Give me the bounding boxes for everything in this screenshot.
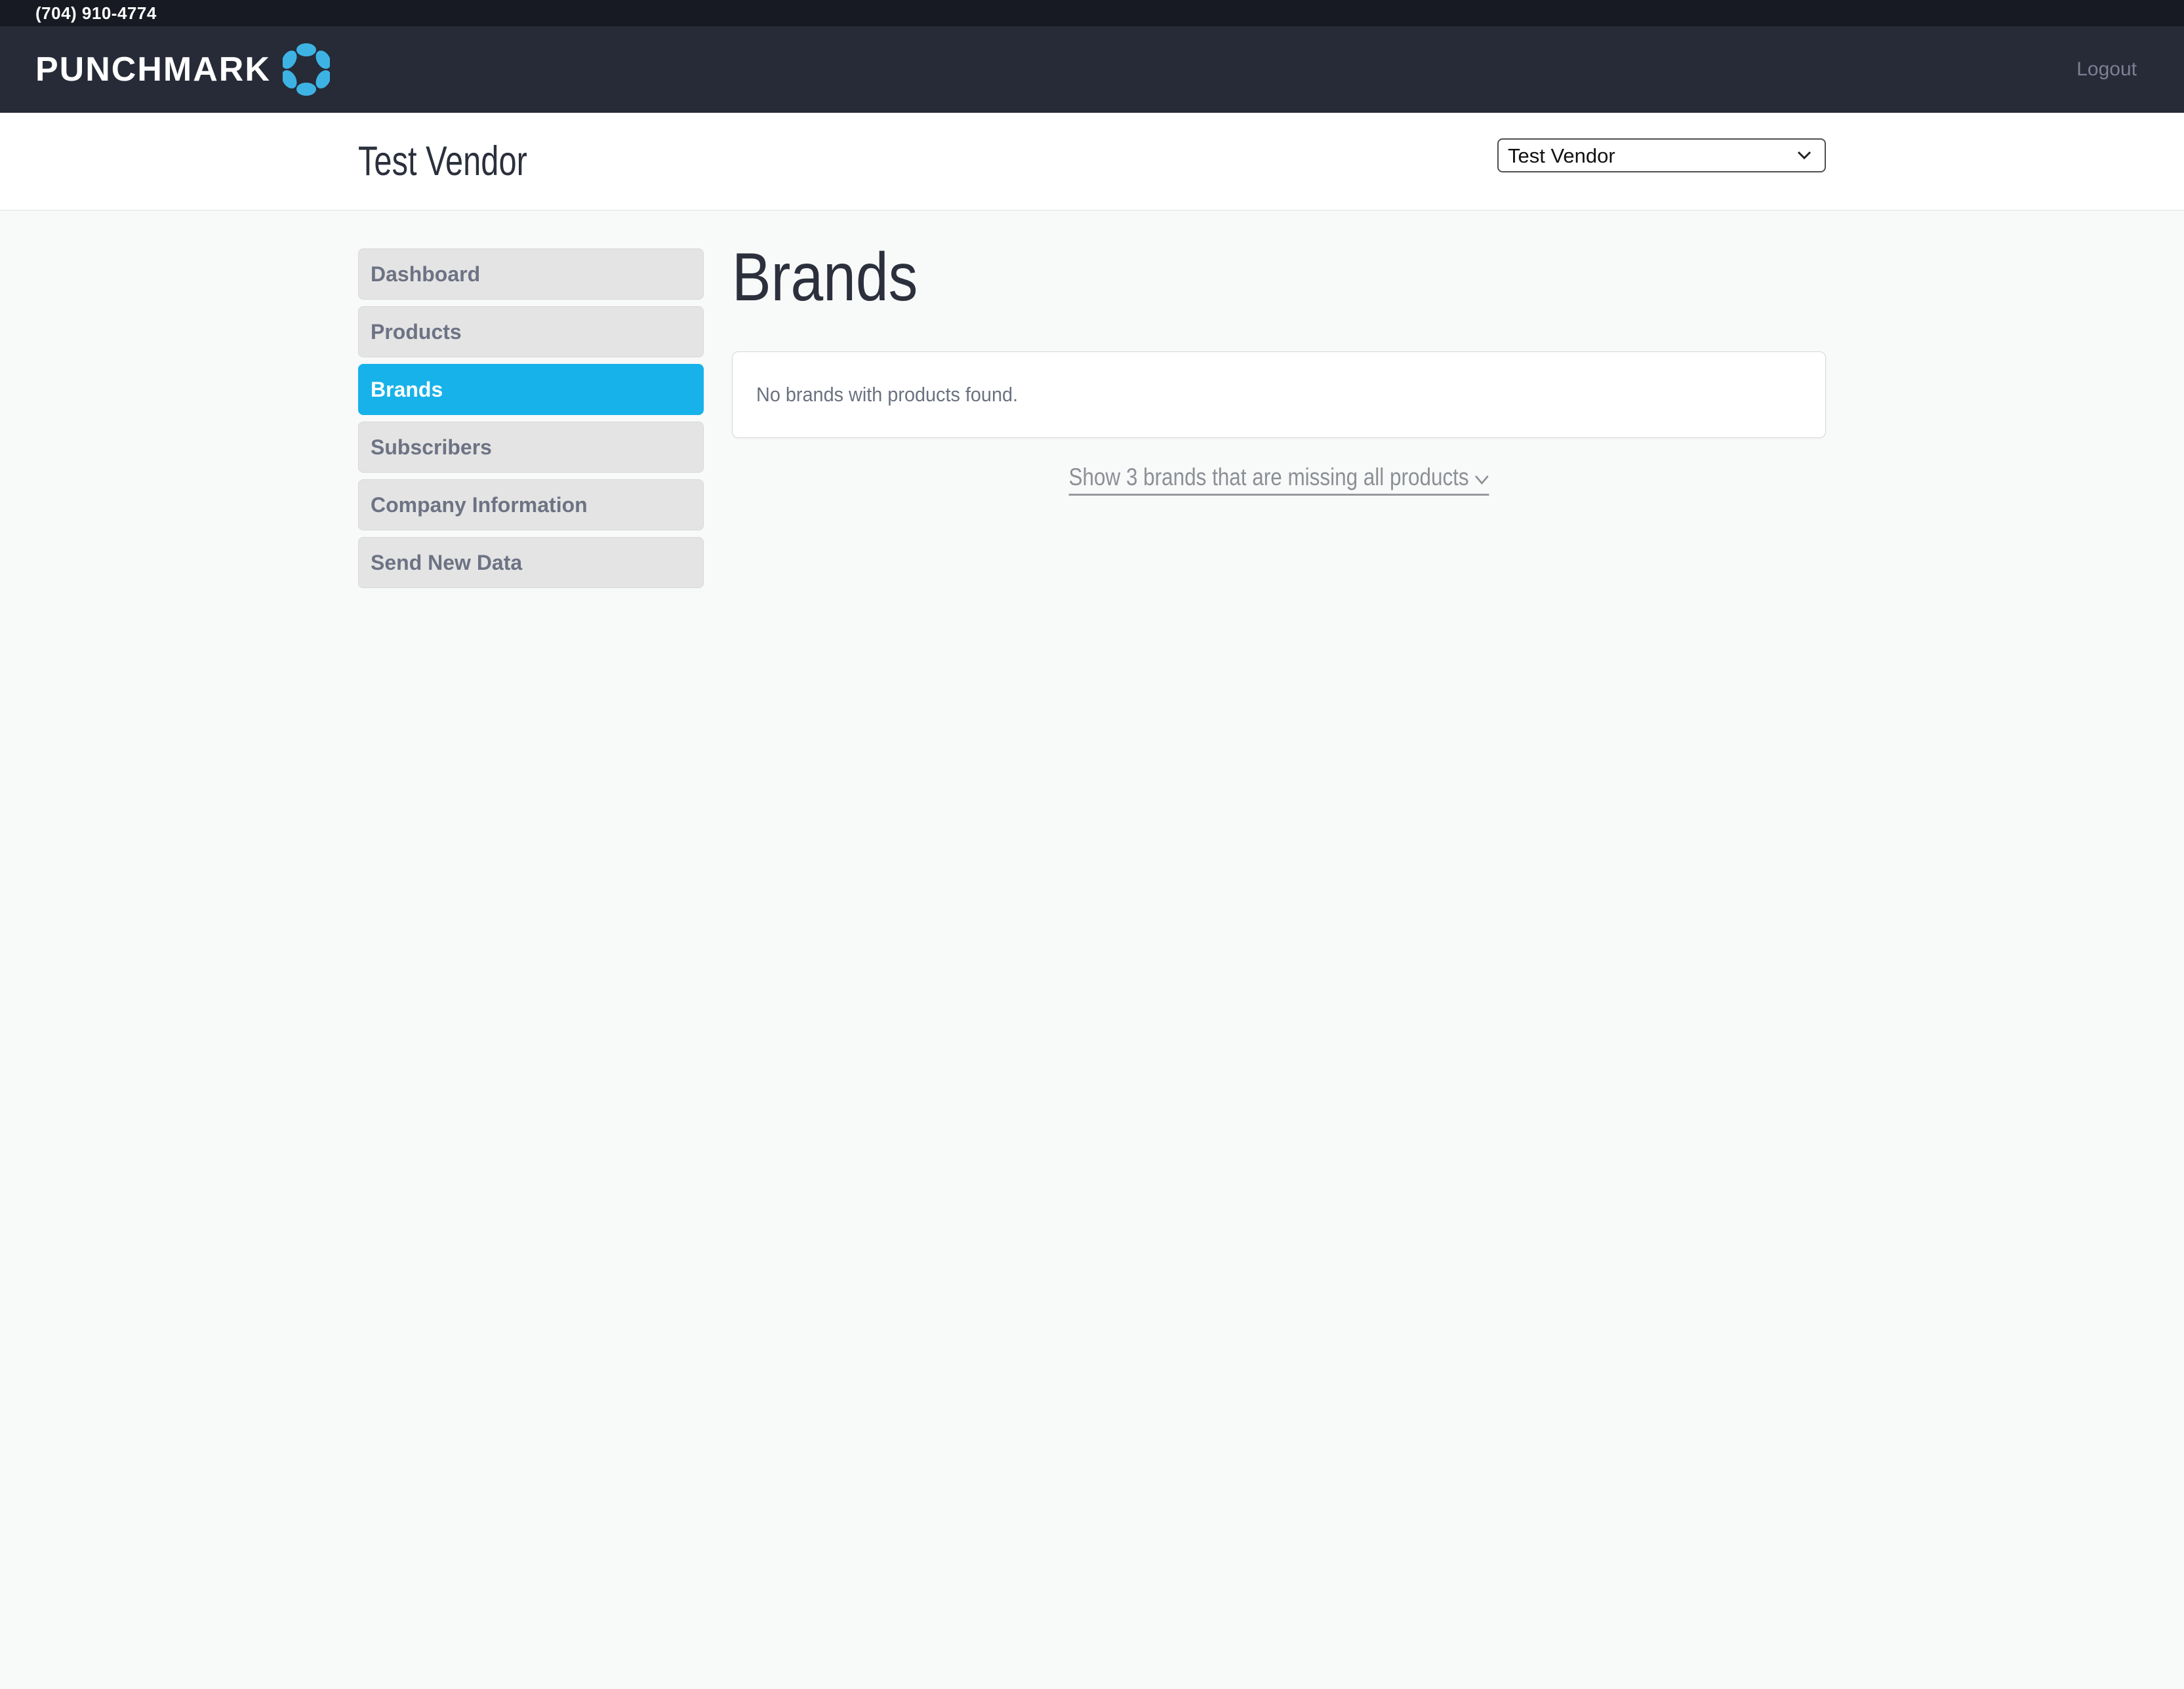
brands-heading: Brands (732, 243, 1826, 311)
sidebar-item-brands[interactable]: Brands (358, 364, 704, 415)
page-header: Test Vendor Test Vendor (0, 113, 2184, 210)
logout-link[interactable]: Logout (2076, 58, 2137, 81)
missing-brands-link-row: Show 3 brands that are missing all produ… (732, 464, 1826, 496)
phone-number: (704) 910-4774 (35, 3, 157, 24)
vendor-select-wrap: Test Vendor (1497, 138, 1826, 172)
empty-state-message: No brands with products found. (756, 383, 1018, 407)
show-missing-brands-link[interactable]: Show 3 brands that are missing all produ… (1069, 464, 1489, 496)
sidebar-item-company-information[interactable]: Company Information (358, 479, 704, 530)
brand-wordmark: PUNCHMARK (35, 50, 271, 89)
navbar: PUNCHMARK Logout (0, 26, 2184, 113)
main-panel: Brands No brands with products found. Sh… (732, 210, 1826, 595)
sidebar-nav: Dashboard Products Brands Subscribers Co… (358, 210, 704, 595)
sidebar-item-products[interactable]: Products (358, 306, 704, 357)
sidebar-item-dashboard[interactable]: Dashboard (358, 248, 704, 300)
page-title: Test Vendor (358, 141, 576, 182)
top-utility-bar: (704) 910-4774 (0, 0, 2184, 26)
punchmark-logo[interactable]: PUNCHMARK (35, 43, 330, 96)
punchmark-dots-hexagon-icon (283, 43, 330, 96)
content-area: Dashboard Products Brands Subscribers Co… (358, 210, 1826, 595)
sidebar-item-subscribers[interactable]: Subscribers (358, 422, 704, 473)
show-missing-brands-label: Show 3 brands that are missing all produ… (1069, 464, 1469, 490)
chevron-down-icon (1474, 464, 1489, 490)
sidebar-item-send-new-data[interactable]: Send New Data (358, 537, 704, 588)
empty-state-card: No brands with products found. (732, 351, 1826, 438)
vendor-select[interactable]: Test Vendor (1497, 138, 1826, 172)
